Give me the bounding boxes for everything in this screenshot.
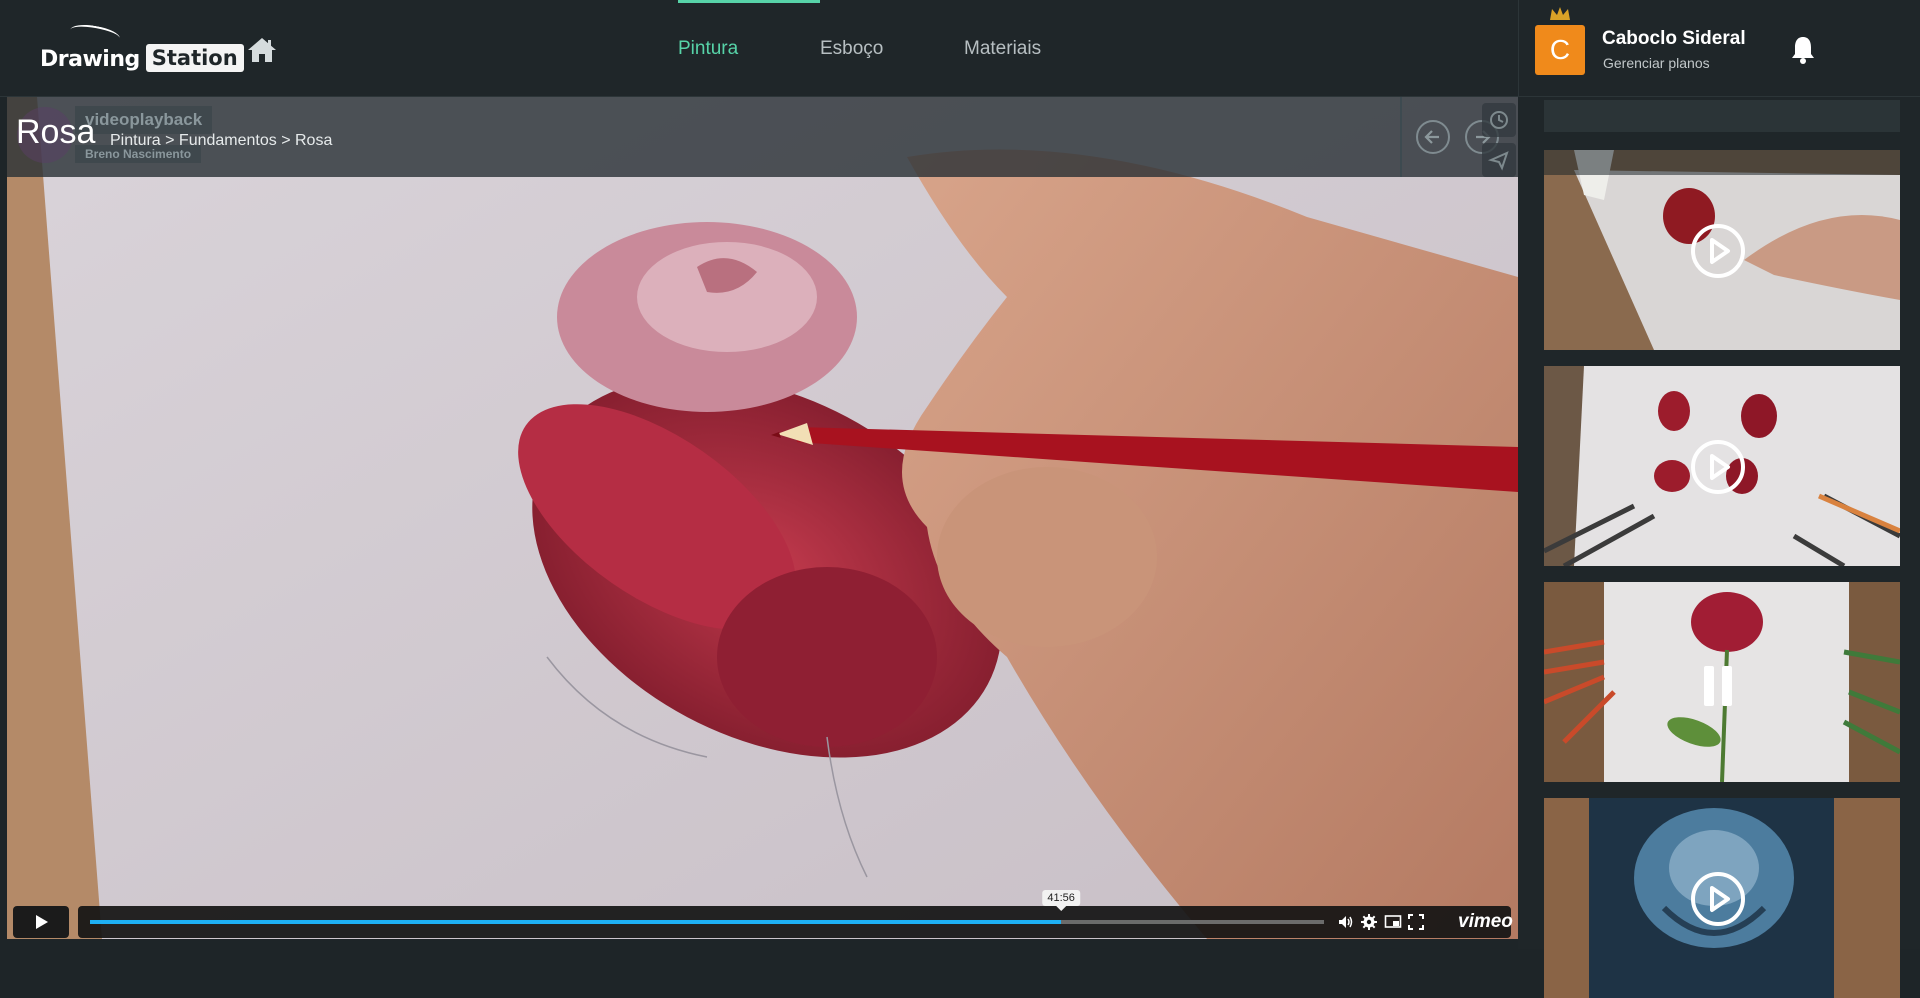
play-icon <box>36 915 48 929</box>
playlist-header-strip <box>1544 100 1900 132</box>
user-name[interactable]: Caboclo Sideral <box>1602 28 1746 50</box>
main-nav: Pintura Esboço Materiais <box>678 0 1041 97</box>
user-avatar[interactable]: C <box>1535 25 1585 75</box>
vimeo-logo[interactable]: vimeo <box>1458 911 1513 933</box>
play-circle-icon[interactable] <box>1690 439 1746 495</box>
picture-in-picture-icon[interactable] <box>1384 913 1402 931</box>
nav-tab-materiais[interactable]: Materiais <box>964 0 1041 97</box>
clock-icon <box>1490 111 1508 129</box>
hover-time-tooltip: 41:56 <box>1042 890 1080 911</box>
lesson-title: Rosa <box>16 113 96 151</box>
user-panel: C Caboclo Sideral Gerenciar planos <box>1518 0 1920 97</box>
logo-word-drawing: Drawing <box>40 47 140 72</box>
volume-icon[interactable] <box>1337 913 1355 931</box>
notification-bell-icon[interactable] <box>1790 35 1816 65</box>
playlist-item-playing[interactable] <box>1544 582 1900 782</box>
playlist-item[interactable] <box>1544 150 1900 350</box>
settings-gear-icon[interactable] <box>1360 913 1378 931</box>
watch-later-button[interactable] <box>1482 103 1516 137</box>
play-circle-icon[interactable] <box>1690 871 1746 927</box>
logo-word-station: Station <box>145 44 244 72</box>
player-controls: 41:56 vimeo <box>13 890 1513 938</box>
nav-tab-pintura[interactable]: Pintura <box>678 0 820 97</box>
pause-icon[interactable] <box>1690 658 1746 714</box>
header-divider <box>1400 97 1402 177</box>
breadcrumb: Pintura > Fundamentos > Rosa <box>110 132 333 149</box>
play-button[interactable] <box>13 906 69 938</box>
paper-plane-icon <box>1487 151 1509 171</box>
crown-icon <box>1550 7 1570 20</box>
drawing-station-logo[interactable]: Drawing Station <box>40 21 244 72</box>
video-player[interactable]: videoplayback Breno Nascimento Rosa Pint… <box>7 97 1518 939</box>
playlist-item[interactable] <box>1544 798 1900 998</box>
fullscreen-icon[interactable] <box>1407 913 1425 931</box>
share-button[interactable] <box>1482 143 1516 177</box>
logo-swoosh <box>68 21 122 47</box>
video-frame-rose-drawing <box>7 97 1518 939</box>
arrow-left-icon <box>1424 130 1439 144</box>
home-icon[interactable] <box>246 36 278 64</box>
previous-lesson-button[interactable] <box>1416 120 1450 154</box>
progress-fill <box>90 920 1062 924</box>
manage-plans-link[interactable]: Gerenciar planos <box>1603 55 1710 71</box>
nav-tab-esboco[interactable]: Esboço <box>820 0 964 97</box>
control-bar: 41:56 vimeo <box>78 890 1513 938</box>
lesson-playlist <box>1518 97 1920 998</box>
progress-track[interactable]: 41:56 <box>90 890 1324 924</box>
play-circle-icon[interactable] <box>1690 223 1746 279</box>
top-navbar: Drawing Station Pintura Esboço Materiais… <box>0 0 1920 97</box>
playlist-item[interactable] <box>1544 366 1900 566</box>
vimeo-video-title[interactable]: videoplayback <box>75 106 213 134</box>
